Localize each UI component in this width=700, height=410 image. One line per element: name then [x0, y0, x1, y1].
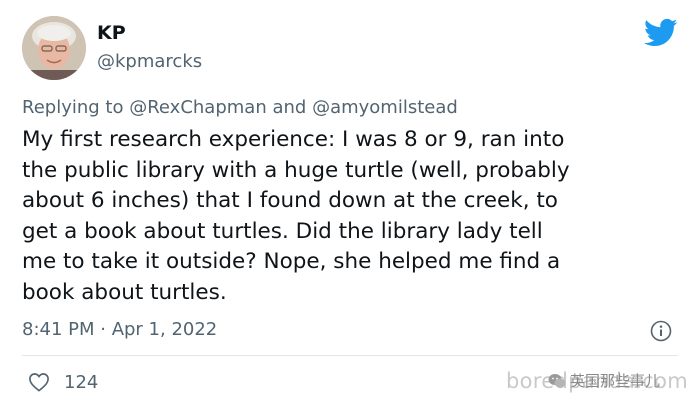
author-name[interactable]: KP [97, 22, 126, 44]
tweet-text-line: the public library with a huge turtle (w… [22, 157, 570, 183]
tweet-text-line: My first research experience: I was 8 or… [22, 127, 565, 152]
tweet-text-line: get a book about turtles. Did the librar… [22, 218, 543, 244]
tweet-card: KP @kpmarcks Replying to @RexChapman and… [0, 0, 700, 410]
tweet-text-line: book about turtles. [22, 279, 227, 305]
mention-link[interactable]: @amyomilstead [312, 97, 458, 118]
twitter-bird-icon[interactable] [644, 18, 678, 48]
tweet-timestamp[interactable]: 8:41 PM · Apr 1, 2022 [22, 319, 217, 340]
watermark-account: 英国那些事儿 [548, 370, 660, 391]
tweet-text: My first research experience: I was 8 or… [22, 125, 682, 308]
tweet-text-line: about 6 inches) that I found down at the… [22, 188, 558, 213]
mention-link[interactable]: @RexChapman [129, 97, 267, 118]
reply-prefix: Replying to [22, 97, 124, 118]
heart-icon[interactable] [28, 372, 50, 392]
wechat-icon [548, 373, 566, 387]
tweet-text-line: me to take it outside? Nope, she helped … [22, 249, 561, 274]
author-handle[interactable]: @kpmarcks [97, 51, 202, 72]
watermark-account-name: 英国那些事儿 [570, 372, 661, 390]
reply-context: Replying to @RexChapman and @amyomilstea… [22, 97, 458, 118]
avatar[interactable] [22, 16, 86, 80]
like-count: 124 [64, 372, 99, 393]
reply-conjunction: and [272, 97, 307, 118]
info-icon[interactable] [650, 320, 672, 342]
divider [22, 355, 678, 356]
